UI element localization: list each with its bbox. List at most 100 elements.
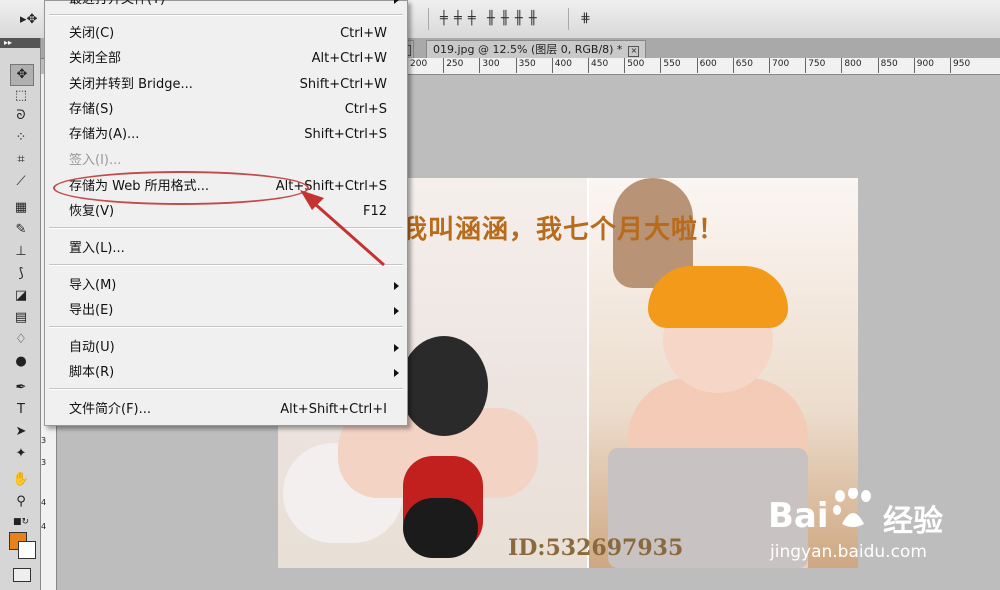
quick-mask-icon[interactable] (13, 568, 31, 582)
history-brush-icon[interactable]: ⟆ (10, 264, 32, 284)
menu-item-label: 最近打开文件(T) (69, 0, 165, 11)
eraser-icon[interactable]: ◪ (10, 286, 32, 306)
ruler-label: 400 (554, 59, 572, 69)
photo-caption: 我叫涵涵，我七个月大啦！ (401, 215, 726, 245)
ruler-tick (551, 58, 553, 73)
hand-icon[interactable]: ✋ (10, 470, 32, 490)
ruler-label: 800 (844, 59, 862, 69)
ruler-tick (588, 58, 589, 73)
menu-item-shortcut: Ctrl+W (340, 26, 387, 41)
menu-item-label: 恢复(V) (69, 204, 115, 219)
menu-item[interactable]: 关闭并转到 Bridge... Shift+Ctrl+W (45, 74, 407, 96)
move-tool-option-icon[interactable]: ▸✥ (20, 12, 37, 27)
swap-colors-icon[interactable]: ■↻ (10, 512, 32, 532)
ruler-label: 4 (41, 498, 47, 507)
ruler-tick (769, 58, 770, 73)
ruler-tick (515, 58, 517, 73)
submenu-arrow-icon (394, 0, 399, 4)
ruler-tick (805, 58, 807, 73)
menu-item-label: 脚本(R) (69, 365, 115, 380)
menu-item-label: 导入(M) (69, 278, 117, 293)
menu-item-shortcut: Alt+Shift+Ctrl+I (280, 402, 387, 417)
menu-item[interactable]: 关闭(C) Ctrl+W (45, 23, 407, 45)
blur-icon[interactable]: ♢ (10, 330, 32, 350)
dodge-icon[interactable]: ● (10, 352, 32, 372)
menu-item[interactable]: 脚本(R) (45, 362, 407, 384)
menu-separator (49, 14, 403, 16)
menu-item[interactable]: 存储(S) Ctrl+S (45, 99, 407, 121)
align-buttons-icon[interactable]: ╪ ╪ ╪ ╫ ╫ ╫ ╫ (440, 11, 538, 26)
menu-item[interactable]: 关闭全部 Alt+Ctrl+W (45, 48, 407, 70)
menu-item: 签入(I)... (45, 150, 407, 172)
ruler-label: 650 (735, 59, 753, 69)
menu-item-label: 导出(E) (69, 303, 114, 318)
menu-item-label: 置入(L)... (69, 241, 125, 256)
crop-icon[interactable]: ⌗ (10, 150, 32, 170)
baby-head (400, 336, 488, 436)
tools-panel: ▸▸ ✥ ⬚ ᘐ ⁘ ⌗ ⟋ ▦ ✎ ⊥ ⟆ ◪ ▤ ♢ ● ✒ T ➤ ✦ ✋… (0, 38, 41, 590)
menu-item[interactable]: 自动(U) (45, 337, 407, 359)
ruler-label: 550 (663, 59, 681, 69)
watermark-brand-left: Bai (768, 496, 829, 536)
ruler-label: 3 (41, 436, 47, 445)
shape-icon[interactable]: ✦ (10, 444, 32, 464)
menu-separator (49, 388, 403, 390)
panel-grip-icon[interactable]: ▸▸ (0, 38, 40, 48)
ruler-tick (841, 58, 843, 73)
menu-item-label: 关闭(C) (69, 26, 115, 41)
ruler-tick (877, 58, 879, 73)
ruler-label: 900 (916, 59, 934, 69)
brush-icon[interactable]: ✎ (10, 220, 32, 240)
menu-item[interactable]: 存储为(A)... Shift+Ctrl+S (45, 124, 407, 146)
ruler-tick (660, 58, 662, 73)
baidu-jingyan-watermark: Bai 经验 jingyan.baidu.com (768, 488, 968, 568)
menu-item[interactable]: 文件简介(F)... Alt+Shift+Ctrl+I (45, 399, 407, 421)
auto-align-icon[interactable]: ⋕ (580, 11, 592, 26)
type-icon[interactable]: T (10, 400, 32, 420)
document-tab-title: 019.jpg @ 12.5% (图层 0, RGB/8) * (433, 43, 623, 56)
ruler-tick (696, 58, 698, 73)
highlight-ellipse-annotation (53, 171, 309, 205)
ruler-tick (479, 58, 481, 73)
eyedropper-icon[interactable]: ⟋ (10, 172, 32, 192)
menu-item[interactable]: 导出(E) (45, 300, 407, 322)
menu-item-shortcut: Alt+Ctrl+W (311, 51, 387, 66)
menu-item-label: 关闭全部 (69, 51, 122, 66)
menu-item-label: 自动(U) (69, 340, 115, 355)
ruler-label: 250 (446, 59, 464, 69)
ruler-label: 500 (627, 59, 645, 69)
ruler-label: 850 (880, 59, 898, 69)
marquee-icon[interactable]: ⬚ (10, 86, 32, 106)
ruler-tick (913, 58, 915, 73)
baidu-paw-icon (833, 488, 871, 527)
gradient-icon[interactable]: ▤ (10, 308, 32, 328)
horizontal-ruler: 200 250 300 350 400 450 500 550 600 650 700 750 800 8… (405, 58, 1000, 75)
tab-active-document[interactable]: 019.jpg @ 12.5% (图层 0, RGB/8) * × (426, 40, 647, 59)
close-icon[interactable]: × (628, 46, 640, 57)
quick-select-icon[interactable]: ⁘ (10, 128, 32, 148)
ruler-label: 200 (410, 59, 428, 69)
healing-brush-icon[interactable]: ▦ (10, 198, 32, 218)
ruler-label: 300 (482, 59, 500, 69)
menu-item-label: 文件简介(F)... (69, 402, 152, 417)
ruler-tick (950, 58, 951, 73)
lasso-icon[interactable]: ᘐ (10, 106, 32, 126)
zoom-icon[interactable]: ⚲ (10, 492, 32, 512)
menu-item-shortcut: Shift+Ctrl+W (299, 77, 387, 92)
clone-stamp-icon[interactable]: ⊥ (10, 242, 32, 262)
ruler-label: 450 (591, 59, 609, 69)
menu-item-label: 存储(S) (69, 102, 114, 117)
ruler-label: 950 (953, 59, 971, 69)
menu-item-recent-files[interactable]: 最近打开文件(T) (45, 0, 407, 11)
menu-item-label: 签入(I)... (69, 153, 122, 168)
pen-icon[interactable]: ✒ (10, 378, 32, 398)
move-tool-icon[interactable]: ✥ (10, 64, 34, 86)
background-color-swatch[interactable] (18, 541, 36, 559)
submenu-arrow-icon (394, 369, 399, 377)
menu-item-shortcut: Ctrl+S (344, 102, 387, 117)
menu-item-label: 存储为(A)... (69, 127, 140, 142)
ruler-label: 350 (518, 59, 536, 69)
red-arrow-annotation (300, 190, 385, 267)
options-separator (568, 8, 569, 30)
path-select-icon[interactable]: ➤ (10, 422, 32, 442)
